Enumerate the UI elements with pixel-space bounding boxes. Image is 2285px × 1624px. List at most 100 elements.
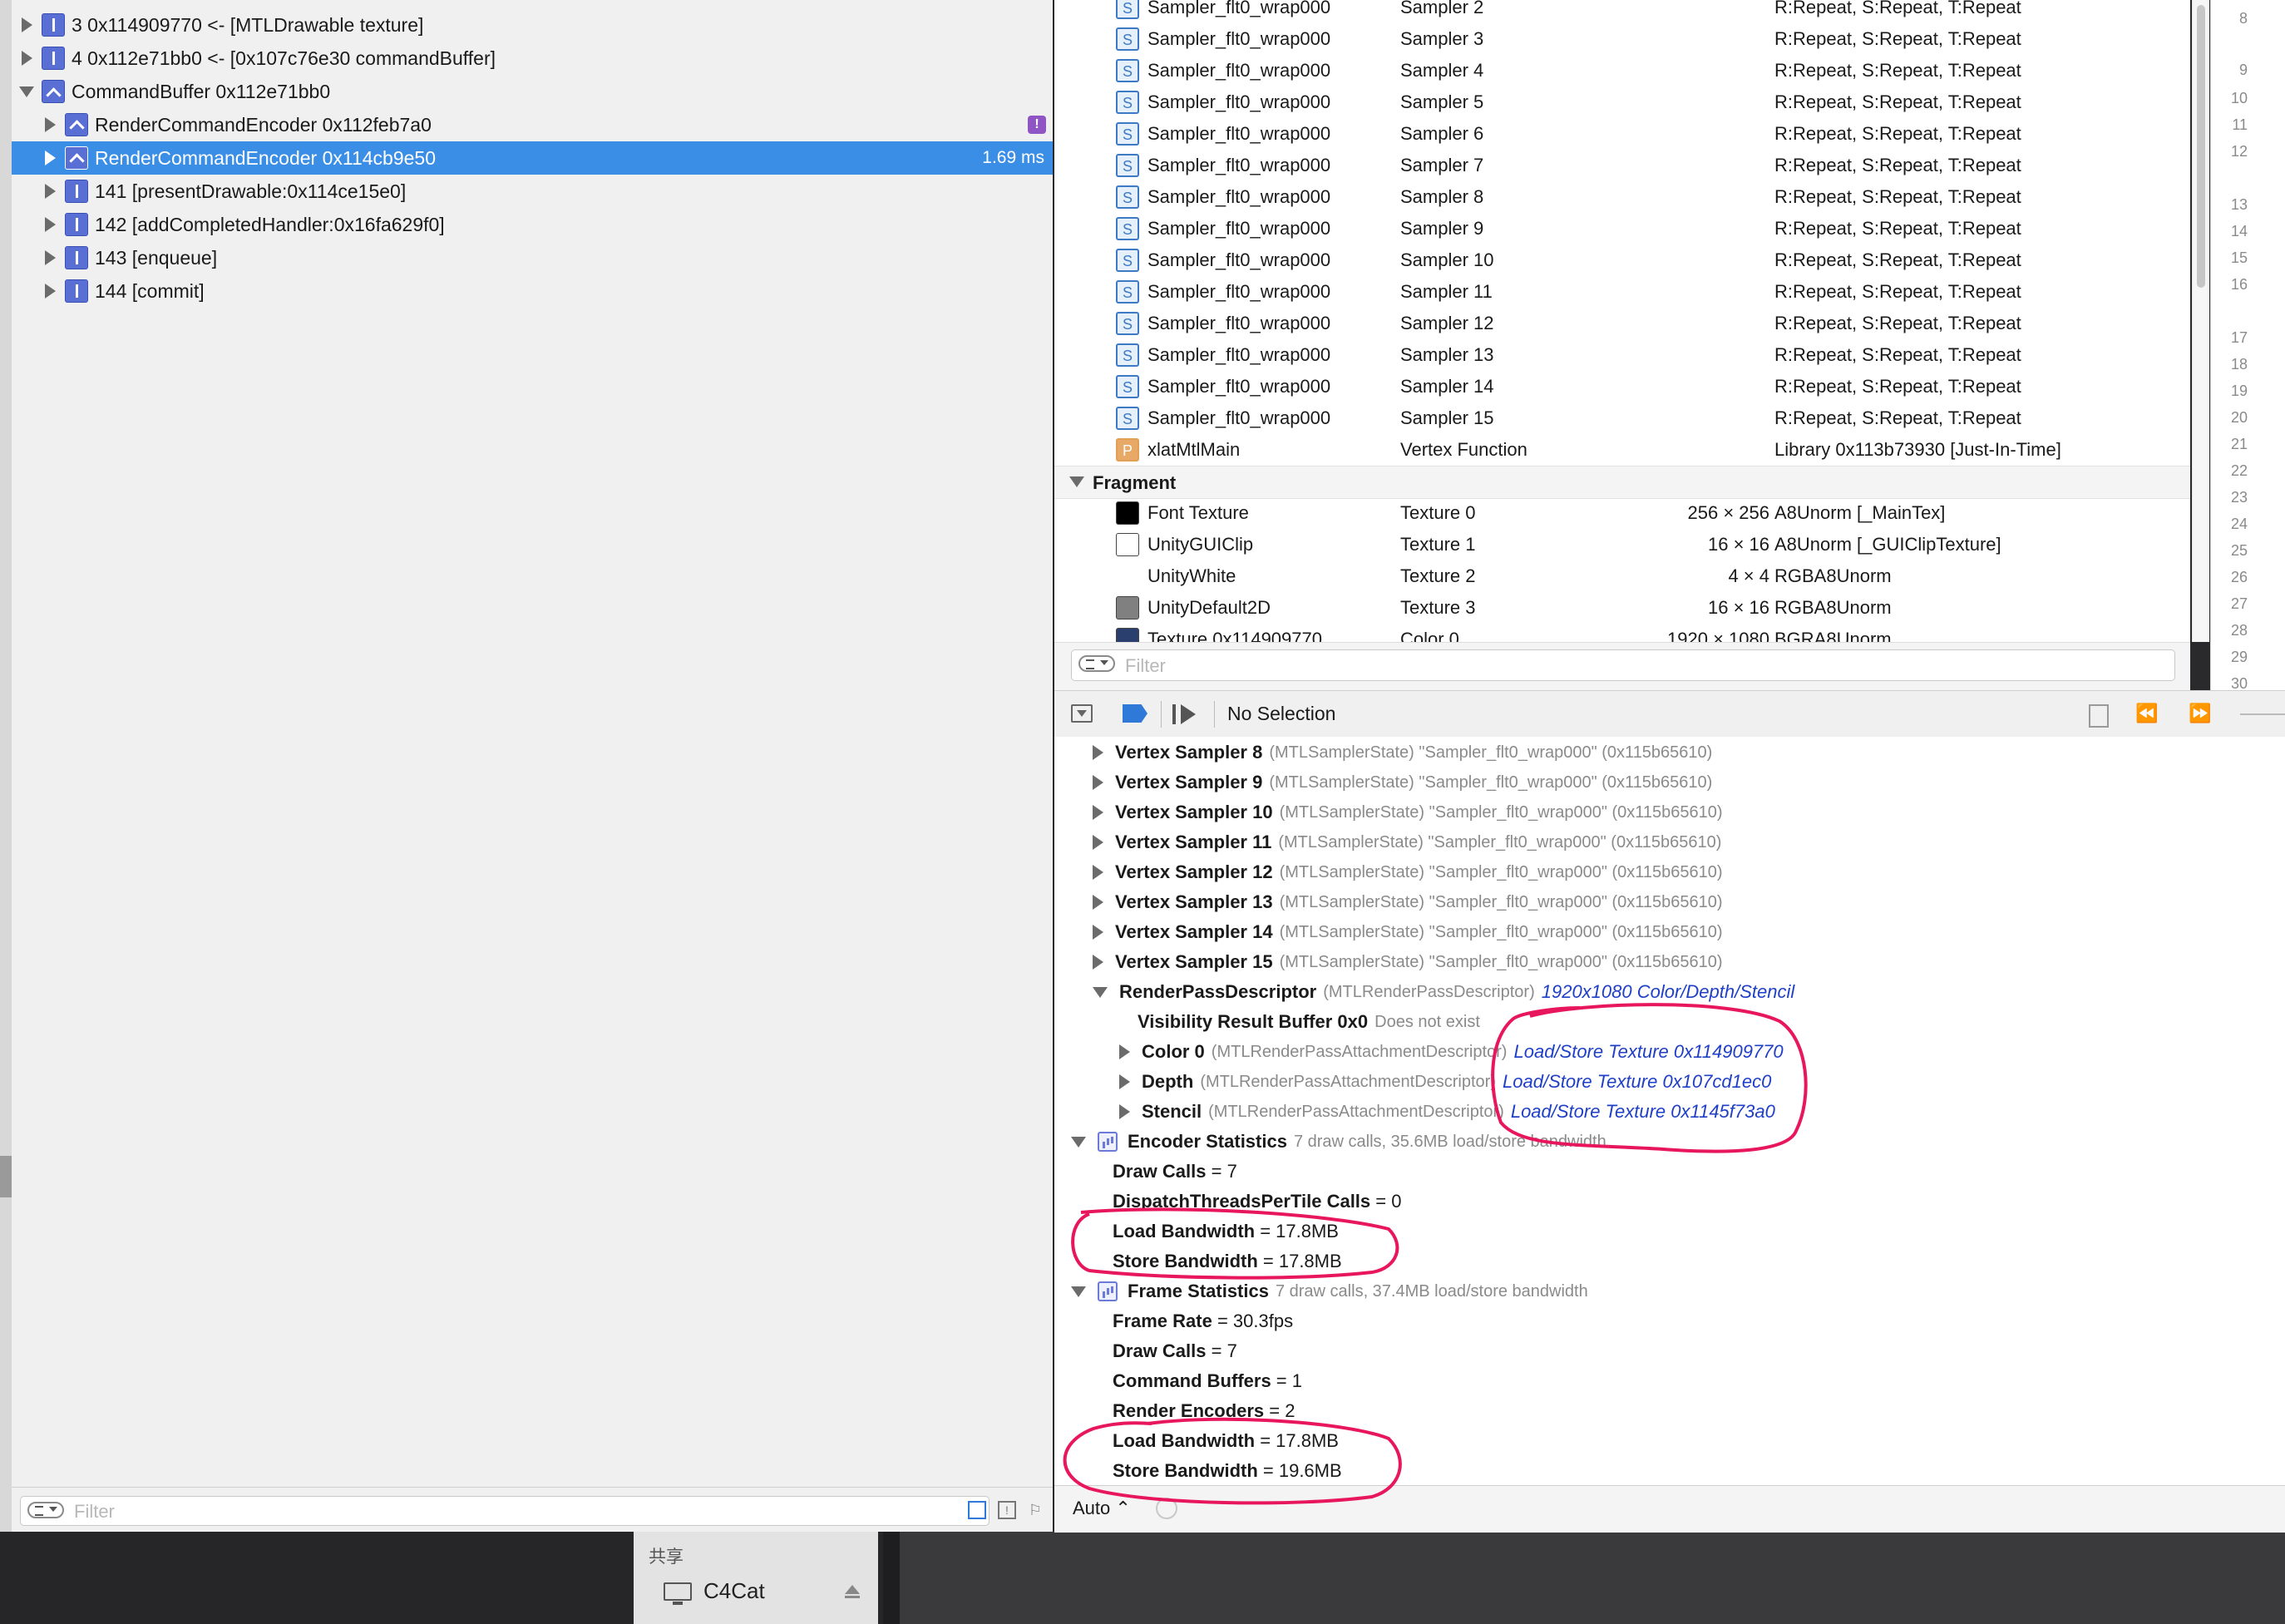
disclosure-icon[interactable] — [1093, 865, 1103, 880]
disclosure-icon[interactable] — [44, 151, 56, 165]
disclosure-open-icon[interactable] — [1093, 986, 1108, 998]
disclosure-icon[interactable] — [44, 217, 56, 232]
flag-icon[interactable]: ⚐ — [1026, 1501, 1044, 1519]
disclosure-icon[interactable] — [1093, 925, 1103, 940]
nav-row[interactable]: 142 [addCompletedHandler:0x16fa629f0] — [12, 208, 1053, 241]
resource-row[interactable]: S Sampler_flt0_wrap000 Sampler 4 R:Repeat, … — [1054, 55, 2190, 86]
filter-icon[interactable] — [1078, 655, 1115, 672]
nav-row[interactable]: 3 0x114909770 <- [MTLDrawable texture] — [12, 8, 1053, 42]
quick-look-icon[interactable] — [1156, 1498, 1177, 1519]
hide-debug-area-button[interactable] — [1071, 704, 1093, 723]
resource-row[interactable]: S Sampler_flt0_wrap000 Sampler 6 R:Repeat, … — [1054, 118, 2190, 150]
var-link[interactable]: 1920x1080 Color/Depth/Stencil — [1542, 981, 1795, 1003]
resource-row[interactable]: S Sampler_flt0_wrap000 Sampler 15 R:Repeat,… — [1054, 402, 2190, 434]
disclosure-open-icon[interactable] — [1069, 476, 1084, 487]
texture-row[interactable]: Font Texture Texture 0 256 × 256 A8Unorm [_… — [1054, 497, 2190, 529]
nav-row[interactable]: 144 [commit] — [12, 274, 1053, 308]
resources-scrollbar[interactable] — [2192, 0, 2209, 642]
frame-statistics-row[interactable]: Frame Statistics 7 draw calls, 37.4MB loa… — [1071, 1277, 1588, 1306]
disclosure-open-icon[interactable] — [1071, 1136, 1086, 1148]
render-pass-descriptor-row[interactable]: RenderPassDescriptor (MTLRenderPassDescri… — [1093, 978, 1794, 1006]
visibility-buffer-row[interactable]: Visibility Result Buffer 0x0 Does not exi… — [1138, 1008, 1480, 1036]
stat-row[interactable]: Render Encoders = 2 — [1113, 1397, 1295, 1425]
variable-row[interactable]: Vertex Sampler 8 (MTLSamplerState) "Sampl… — [1093, 738, 1712, 767]
disclosure-icon[interactable] — [1119, 1044, 1130, 1059]
resource-row[interactable]: S Sampler_flt0_wrap000 Sampler 3 R:Repeat, … — [1054, 23, 2190, 55]
nav-row[interactable]: 141 [presentDrawable:0x114ce15e0] — [12, 175, 1053, 208]
attachment-row[interactable]: Depth (MTLRenderPassAttachmentDescriptor)… — [1119, 1068, 1771, 1096]
nav-row[interactable]: 4 0x112e71bb0 <- [0x107c76e30 commandBuf… — [12, 42, 1053, 75]
nav-row-encoder[interactable]: RenderCommandEncoder 0x112feb7a0 ! — [12, 108, 1053, 141]
resource-row[interactable]: S Sampler_flt0_wrap000 Sampler 8 R:Repeat, … — [1054, 181, 2190, 213]
resources-filter-field[interactable]: Filter — [1071, 649, 2175, 681]
resource-row[interactable]: S Sampler_flt0_wrap000 Sampler 9 R:Repeat, … — [1054, 213, 2190, 244]
disclosure-icon[interactable] — [21, 17, 32, 32]
stat-row[interactable]: Load Bandwidth = 17.8MB — [1113, 1427, 1339, 1455]
continue-button[interactable] — [1172, 704, 1201, 724]
var-link[interactable]: Load/Store Texture 0x1145f73a0 — [1511, 1101, 1775, 1123]
variable-row[interactable]: Vertex Sampler 9 (MTLSamplerState) "Sampl… — [1093, 768, 1712, 797]
disclosure-icon[interactable] — [1119, 1104, 1130, 1119]
var-link[interactable]: Load/Store Texture 0x107cd1ec0 — [1503, 1071, 1771, 1093]
stat-row[interactable]: Store Bandwidth = 19.6MB — [1113, 1457, 1342, 1485]
breakpoints-toggle-button[interactable] — [1123, 704, 1147, 723]
resource-row[interactable]: S Sampler_flt0_wrap000 Sampler 12 R:Repeat,… — [1054, 308, 2190, 339]
stat-row[interactable]: Store Bandwidth = 17.8MB — [1113, 1247, 1342, 1276]
disclosure-icon[interactable] — [1093, 805, 1103, 820]
fast-forward-icon[interactable]: ⏩ — [2189, 703, 2211, 724]
nav-row-encoder-selected[interactable]: RenderCommandEncoder 0x114cb9e50 1.69 ms — [12, 141, 1053, 175]
disclosure-icon[interactable] — [1093, 745, 1103, 760]
document-icon[interactable] — [2089, 704, 2109, 728]
variable-row[interactable]: Vertex Sampler 11 (MTLSamplerState) "Samp… — [1093, 828, 1721, 856]
resource-row[interactable]: S Sampler_flt0_wrap000 Sampler 11 R:Repeat,… — [1054, 276, 2190, 308]
variables-mode-select[interactable]: Auto ⌃ — [1073, 1498, 1131, 1519]
attachment-row[interactable]: Color 0 (MTLRenderPassAttachmentDescripto… — [1119, 1038, 1784, 1066]
variable-row[interactable]: Vertex Sampler 13 (MTLSamplerState) "Samp… — [1093, 888, 1723, 916]
stat-row[interactable]: Draw Calls = 7 — [1113, 1337, 1237, 1365]
hierarchy-icon[interactable] — [968, 1501, 986, 1519]
sidebar-item-shared[interactable]: C4Cat — [664, 1578, 765, 1605]
resource-row[interactable]: PxlatMtlMain Vertex Function Library 0x113… — [1054, 434, 2190, 466]
disclosure-icon[interactable] — [21, 51, 32, 66]
resource-row[interactable]: S Sampler_flt0_wrap000 Sampler 7 R:Repeat, … — [1054, 150, 2190, 181]
variable-row[interactable]: Vertex Sampler 15 (MTLSamplerState) "Samp… — [1093, 948, 1723, 976]
disclosure-open-icon[interactable] — [1071, 1286, 1086, 1297]
variable-row[interactable]: Vertex Sampler 10 (MTLSamplerState) "Samp… — [1093, 798, 1723, 827]
eject-icon[interactable] — [845, 1585, 860, 1598]
var-link[interactable]: Load/Store Texture 0x114909770 — [1513, 1041, 1783, 1063]
disclosure-open-icon[interactable] — [19, 86, 34, 97]
navigator-filter-field[interactable]: Filter — [20, 1496, 990, 1526]
rewind-icon[interactable]: ⏪ — [2135, 703, 2158, 724]
stat-row[interactable]: Draw Calls = 7 — [1113, 1158, 1237, 1186]
disclosure-icon[interactable] — [44, 184, 56, 199]
stat-row[interactable]: Command Buffers = 1 — [1113, 1367, 1302, 1395]
disclosure-icon[interactable] — [44, 117, 56, 132]
texture-row[interactable]: UnityDefault2D Texture 3 16 × 16 RGBA8Unorm — [1054, 592, 2190, 624]
stat-row[interactable]: Load Bandwidth = 17.8MB — [1113, 1217, 1339, 1246]
resource-row[interactable]: S Sampler_flt0_wrap000 Sampler 13 R:Repeat,… — [1054, 339, 2190, 371]
issue-filter-icon[interactable]: ! — [998, 1501, 1016, 1519]
attachment-row[interactable]: Stencil (MTLRenderPassAttachmentDescripto… — [1119, 1098, 1775, 1126]
disclosure-icon[interactable] — [1119, 1074, 1130, 1089]
disclosure-icon[interactable] — [1093, 895, 1103, 910]
filter-icon[interactable] — [27, 1502, 64, 1518]
variable-row[interactable]: Vertex Sampler 14 (MTLSamplerState) "Samp… — [1093, 918, 1723, 946]
texture-row[interactable]: UnityGUIClip Texture 1 16 × 16 A8Unorm [_GU… — [1054, 529, 2190, 560]
disclosure-icon[interactable] — [1093, 775, 1103, 790]
nav-row[interactable]: 143 [enqueue] — [12, 241, 1053, 274]
disclosure-icon[interactable] — [1093, 955, 1103, 970]
encoder-statistics-row[interactable]: Encoder Statistics 7 draw calls, 35.6MB l… — [1071, 1128, 1606, 1156]
resource-row[interactable]: S Sampler_flt0_wrap000 Sampler 2 R:Repeat, … — [1054, 0, 2190, 23]
variable-row[interactable]: Vertex Sampler 12 (MTLSamplerState) "Samp… — [1093, 858, 1723, 886]
resource-row[interactable]: S Sampler_flt0_wrap000 Sampler 10 R:Repeat,… — [1054, 244, 2190, 276]
issue-badge[interactable]: ! — [1028, 116, 1046, 134]
fragment-section-header[interactable]: Fragment — [1054, 466, 2190, 499]
resource-row[interactable]: S Sampler_flt0_wrap000 Sampler 14 R:Repeat,… — [1054, 371, 2190, 402]
texture-row[interactable]: UnityWhite Texture 2 4 × 4 RGBA8Unorm — [1054, 560, 2190, 592]
nav-row-command-buffer[interactable]: CommandBuffer 0x112e71bb0 — [12, 75, 1053, 108]
disclosure-icon[interactable] — [44, 284, 56, 299]
stat-row[interactable]: Frame Rate = 30.3fps — [1113, 1307, 1293, 1335]
resource-row[interactable]: S Sampler_flt0_wrap000 Sampler 5 R:Repeat, … — [1054, 86, 2190, 118]
disclosure-icon[interactable] — [1093, 835, 1103, 850]
texture-row[interactable]: Texture 0x114909770 Color 0 1920 × 1080 BGR… — [1054, 624, 2190, 642]
